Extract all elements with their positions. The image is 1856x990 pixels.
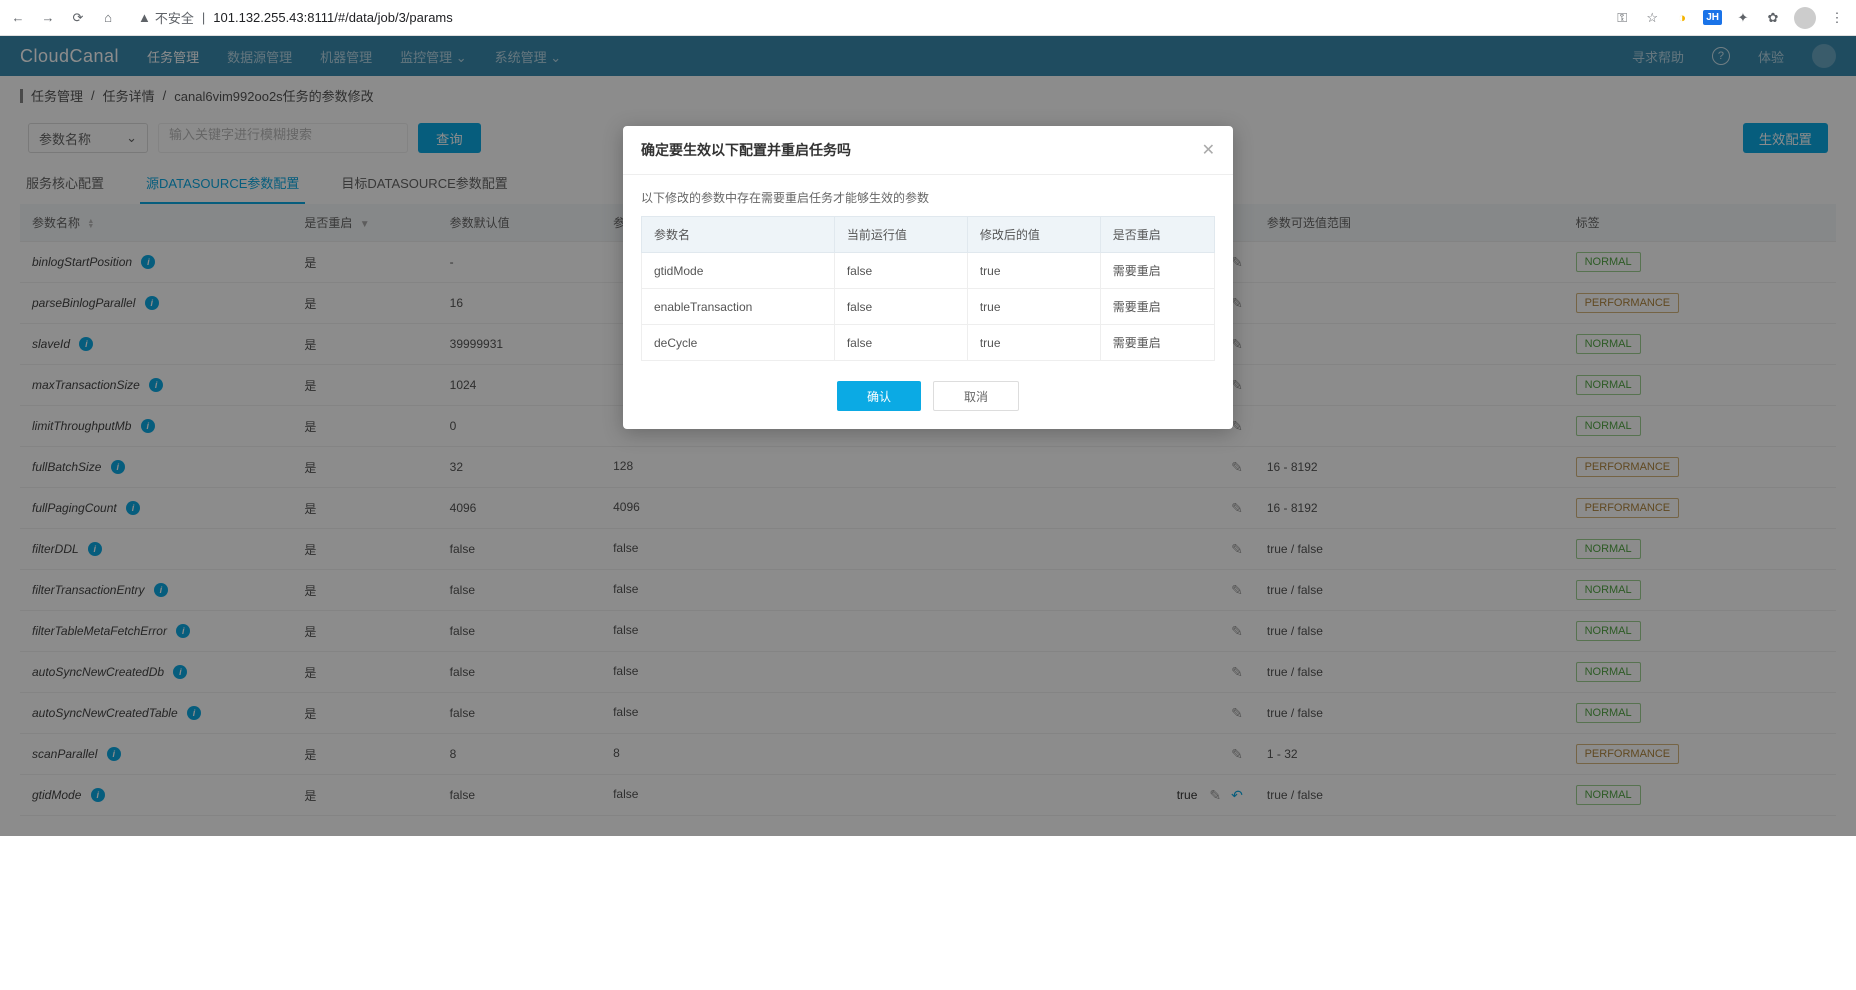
modal-table-row: deCyclefalsetrue需要重启: [642, 325, 1215, 361]
star-icon[interactable]: ☆: [1643, 9, 1661, 27]
modal-cell-param: gtidMode: [642, 253, 835, 289]
reload-icon[interactable]: ⟳: [70, 10, 86, 26]
modal-cell-current: false: [834, 253, 967, 289]
insecure-label: 不安全: [155, 8, 194, 27]
home-icon[interactable]: ⌂: [100, 10, 116, 26]
extension-icon[interactable]: ◑: [1673, 9, 1691, 27]
modal-th-param: 参数名: [642, 217, 835, 253]
modal-cell-param: deCycle: [642, 325, 835, 361]
chrome-toolbar-right: ⚿ ☆ ◑ JH ✦ ✿ ⋮: [1613, 7, 1846, 29]
url-bar[interactable]: ▲ 不安全 | 101.132.255.43:8111/#/data/job/3…: [130, 8, 1599, 27]
modal-cell-modified: true: [967, 289, 1100, 325]
settings-gear-icon[interactable]: ✿: [1764, 9, 1782, 27]
warning-icon: ▲: [138, 10, 151, 25]
modal-cell-modified: true: [967, 325, 1100, 361]
url-text: 101.132.255.43:8111/#/data/job/3/params: [213, 10, 452, 25]
modal-cell-current: false: [834, 289, 967, 325]
modal-cell-param: enableTransaction: [642, 289, 835, 325]
modal-cell-modified: true: [967, 253, 1100, 289]
puzzle-icon[interactable]: ✦: [1734, 9, 1752, 27]
modal-th-modified: 修改后的值: [967, 217, 1100, 253]
modal-table: 参数名 当前运行值 修改后的值 是否重启 gtidModefalsetrue需要…: [641, 216, 1215, 361]
modal-table-row: gtidModefalsetrue需要重启: [642, 253, 1215, 289]
modal-th-restart: 是否重启: [1100, 217, 1214, 253]
insecure-badge: ▲ 不安全: [138, 8, 194, 27]
modal-description: 以下修改的参数中存在需要重启任务才能够生效的参数: [641, 189, 1215, 206]
profile-avatar-icon[interactable]: [1794, 7, 1816, 29]
modal-cell-restart: 需要重启: [1100, 325, 1214, 361]
cancel-button[interactable]: 取消: [933, 381, 1019, 411]
confirm-modal: 确定要生效以下配置并重启任务吗 ✕ 以下修改的参数中存在需要重启任务才能够生效的…: [623, 126, 1233, 429]
browser-chrome: ← → ⟳ ⌂ ▲ 不安全 | 101.132.255.43:8111/#/da…: [0, 0, 1856, 36]
confirm-button[interactable]: 确认: [837, 381, 921, 411]
modal-cell-restart: 需要重启: [1100, 253, 1214, 289]
modal-th-current: 当前运行值: [834, 217, 967, 253]
key-icon[interactable]: ⚿: [1613, 9, 1631, 27]
jh-extension-icon[interactable]: JH: [1703, 10, 1722, 25]
forward-icon[interactable]: →: [40, 10, 56, 26]
menu-dots-icon[interactable]: ⋮: [1828, 9, 1846, 27]
back-icon[interactable]: ←: [10, 10, 26, 26]
modal-cell-current: false: [834, 325, 967, 361]
modal-table-row: enableTransactionfalsetrue需要重启: [642, 289, 1215, 325]
modal-title: 确定要生效以下配置并重启任务吗: [641, 140, 851, 160]
modal-cell-restart: 需要重启: [1100, 289, 1214, 325]
close-icon[interactable]: ✕: [1202, 140, 1215, 160]
